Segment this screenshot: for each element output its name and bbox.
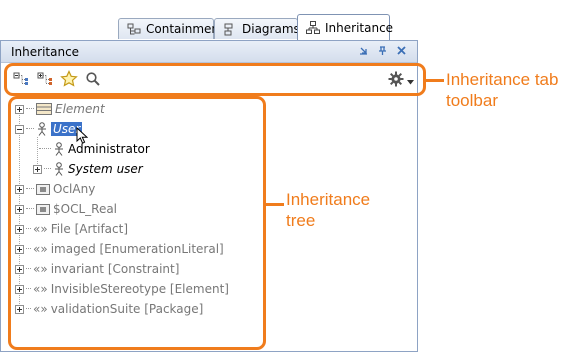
tree-annotation-line2: tree xyxy=(286,211,316,230)
toolbar-annotation-line2: toolbar xyxy=(446,91,498,110)
diagrams-icon xyxy=(224,23,233,35)
view-tabs: Containment Diagrams Inheritance xyxy=(90,14,394,40)
panel-titlebar: Inheritance xyxy=(1,41,417,63)
minimize-icon[interactable] xyxy=(358,45,369,56)
tab-inheritance[interactable]: Inheritance xyxy=(297,14,394,40)
tree-highlight xyxy=(8,96,266,350)
tab-inheritance-label: Inheritance xyxy=(325,20,394,35)
toolbar-highlight xyxy=(4,63,426,96)
toolbar-annotation: Inheritance tab toolbar xyxy=(446,69,558,111)
containment-icon xyxy=(127,23,141,34)
panel-title: Inheritance xyxy=(11,44,80,59)
pin-icon[interactable] xyxy=(377,45,388,56)
tab-diagrams[interactable]: Diagrams xyxy=(214,18,300,39)
tab-containment[interactable]: Containment xyxy=(118,18,224,39)
tab-diagrams-label: Diagrams xyxy=(242,22,300,36)
tree-annotation-line1: Inheritance xyxy=(286,190,371,209)
toolbar-annotation-line1: Inheritance tab xyxy=(446,70,559,89)
close-icon[interactable] xyxy=(396,45,407,56)
toolbar-leader-line xyxy=(426,79,444,82)
inheritance-icon xyxy=(306,21,320,34)
tree-leader-line xyxy=(266,203,284,206)
tree-annotation: Inheritance tree xyxy=(286,189,370,231)
tab-containment-label: Containment xyxy=(146,22,224,36)
